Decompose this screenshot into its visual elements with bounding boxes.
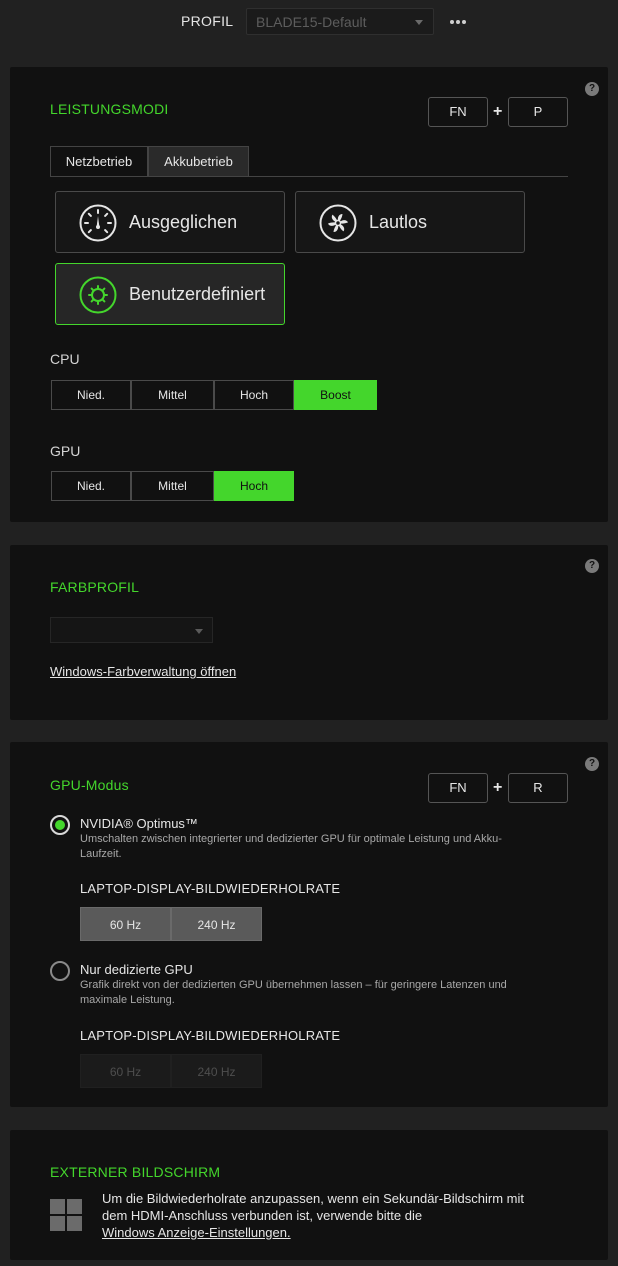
mode-lautlos-button[interactable]: Lautlos [295, 191, 525, 253]
shortcut-key-r: R [508, 773, 568, 803]
external-display-text-line1: Um die Bildwiederholrate anzupassen, wen… [102, 1191, 524, 1206]
shortcut-key-fn: FN [428, 97, 488, 127]
help-icon[interactable]: ? [585, 757, 599, 771]
cpu-label: CPU [50, 351, 80, 367]
external-display-text-line2: dem HDMI-Anschluss verbunden ist, verwen… [102, 1208, 423, 1223]
mode-lautlos-label: Lautlos [369, 212, 428, 232]
optimus-rate-60hz[interactable]: 60 Hz [80, 907, 171, 941]
mode-benutzerdefiniert-button[interactable]: Benutzerdefiniert [55, 263, 285, 325]
profile-select-value: BLADE15-Default [256, 14, 367, 30]
shortcut-key-p: P [508, 97, 568, 127]
windows-color-management-link[interactable]: Windows-Farbverwaltung öffnen [50, 664, 236, 679]
optimus-description-line2: Laufzeit. [80, 848, 122, 860]
speedometer-icon [79, 204, 117, 242]
dedicated-gpu-rate-60hz: 60 Hz [80, 1054, 171, 1088]
caret-down-icon [195, 629, 203, 634]
external-display-title: EXTERNER BILDSCHIRM [50, 1164, 221, 1180]
shortcut-plus: + [493, 103, 503, 120]
cpu-option-hoch[interactable]: Hoch [214, 380, 294, 410]
gpu-option-mittel[interactable]: Mittel [131, 471, 214, 501]
color-profile-dropdown[interactable] [50, 617, 213, 643]
tab-akkubetrieb[interactable]: Akkubetrieb [148, 146, 249, 177]
performance-panel: ? LEISTUNGSMODI FN + P Netzbetrieb Akkub… [10, 67, 608, 522]
optimus-title: NVIDIA® Optimus™ [80, 816, 198, 831]
optimus-radio[interactable] [50, 815, 70, 835]
top-bar: PROFIL BLADE15-Default [0, 0, 618, 44]
gpu-label: GPU [50, 443, 81, 459]
caret-down-icon [415, 20, 423, 25]
gpu-mode-panel: ? GPU-Modus FN + R NVIDIA® Optimus™ Umsc… [10, 742, 608, 1107]
optimus-refresh-rate-label: LAPTOP-DISPLAY-BILDWIEDERHOLRATE [80, 881, 341, 896]
dedicated-gpu-description-line2: maximale Leistung. [80, 994, 175, 1006]
profile-select[interactable]: BLADE15-Default [246, 8, 434, 35]
optimus-rate-240hz[interactable]: 240 Hz [171, 907, 262, 941]
profile-label: PROFIL [181, 13, 234, 29]
tab-divider [50, 176, 568, 177]
dedicated-gpu-description-line1: Grafik direkt von der dedizierten GPU üb… [80, 979, 507, 991]
windows-display-settings-link[interactable]: Windows Anzeige-Einstellungen. [102, 1225, 291, 1240]
cpu-option-nied[interactable]: Nied. [51, 380, 131, 410]
dedicated-gpu-radio[interactable] [50, 961, 70, 981]
color-profile-title: FARBPROFIL [50, 579, 140, 595]
dedicated-gpu-refresh-rate-label: LAPTOP-DISPLAY-BILDWIEDERHOLRATE [80, 1028, 341, 1043]
mode-ausgeglichen-label: Ausgeglichen [129, 212, 238, 232]
color-profile-panel: ? FARBPROFIL Windows-Farbverwaltung öffn… [10, 545, 608, 720]
dedicated-gpu-rate-240hz: 240 Hz [171, 1054, 262, 1088]
dedicated-gpu-title: Nur dedizierte GPU [80, 962, 193, 977]
cpu-option-mittel[interactable]: Mittel [131, 380, 214, 410]
more-icon[interactable] [450, 11, 470, 31]
gpu-mode-title: GPU-Modus [50, 777, 129, 793]
fan-icon [319, 204, 357, 242]
shortcut-plus: + [493, 779, 503, 796]
external-display-text: Um die Bildwiederholrate anzupassen, wen… [102, 1190, 572, 1241]
performance-title: LEISTUNGSMODI [50, 101, 169, 117]
tab-netzbetrieb[interactable]: Netzbetrieb [50, 146, 148, 177]
shortcut-key-fn: FN [428, 773, 488, 803]
cpu-option-boost[interactable]: Boost [294, 380, 377, 410]
windows-icon [50, 1199, 83, 1232]
mode-benutzerdefiniert-label: Benutzerdefiniert [129, 284, 266, 304]
gear-icon [79, 276, 117, 314]
optimus-description-line1: Umschalten zwischen integrierter und ded… [80, 833, 502, 845]
external-display-panel: EXTERNER BILDSCHIRM Um die Bildwiederhol… [10, 1130, 608, 1260]
gpu-option-nied[interactable]: Nied. [51, 471, 131, 501]
help-icon[interactable]: ? [585, 82, 599, 96]
gpu-option-hoch[interactable]: Hoch [214, 471, 294, 501]
help-icon[interactable]: ? [585, 559, 599, 573]
mode-ausgeglichen-button[interactable]: Ausgeglichen [55, 191, 285, 253]
